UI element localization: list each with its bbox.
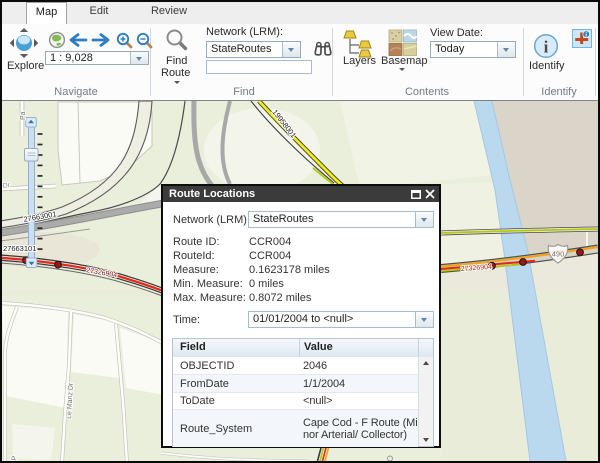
svg-text:i: i: [544, 38, 549, 57]
svg-text:490: 490: [552, 250, 565, 259]
svg-text:i: i: [585, 32, 587, 39]
svg-text:27663101: 27663101: [3, 244, 36, 253]
svg-text:Pa: Pa: [20, 111, 27, 120]
